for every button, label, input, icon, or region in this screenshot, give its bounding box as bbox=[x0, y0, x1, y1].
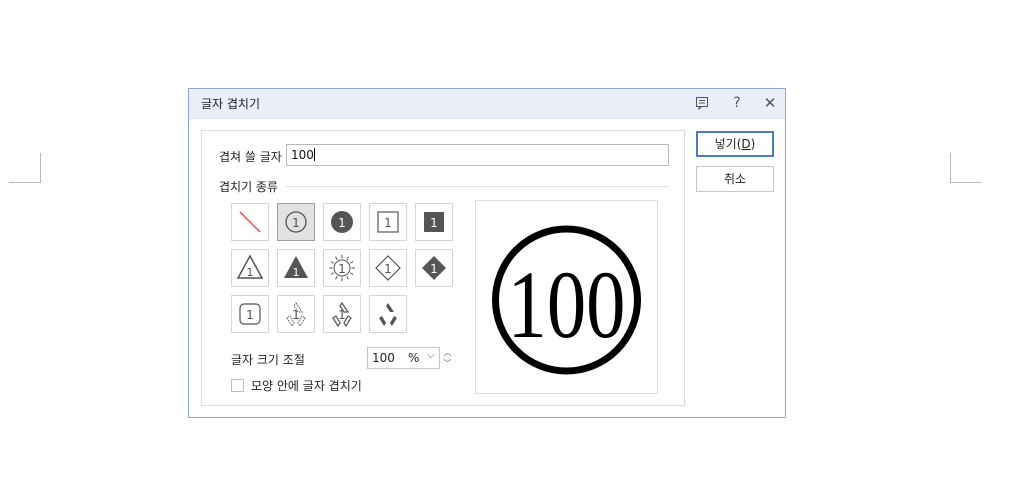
svg-text:1: 1 bbox=[430, 216, 438, 230]
shape-option-diamond-outline[interactable]: 1 bbox=[369, 249, 407, 287]
preview-canvas: 100 bbox=[492, 225, 641, 375]
circle-filled-icon: 1 bbox=[331, 211, 353, 233]
shape-option-recycle-outline[interactable]: 1 bbox=[323, 295, 361, 333]
overlap-kind-label: 겹치기 종류 bbox=[219, 180, 279, 194]
dialog-title: 글자 겹치기 bbox=[201, 97, 261, 111]
svg-text:1: 1 bbox=[338, 216, 346, 230]
recycle-filled-icon: 1 bbox=[379, 303, 397, 326]
preview-text: 100 bbox=[508, 251, 626, 358]
overlap-text-input[interactable]: 100 bbox=[286, 144, 669, 166]
insert-button[interactable]: 넣기(D) bbox=[696, 131, 774, 157]
shape-option-triangle-filled[interactable]: 1 bbox=[277, 249, 315, 287]
none-slash-icon bbox=[239, 211, 261, 233]
chevron-down-icon[interactable]: ⌵ bbox=[427, 350, 435, 361]
svg-text:1: 1 bbox=[293, 266, 300, 279]
svg-text:1: 1 bbox=[384, 262, 392, 276]
recycle-outline-icon: 1 bbox=[332, 301, 352, 328]
circle-outline-icon: 1 bbox=[285, 211, 307, 233]
svg-text:1: 1 bbox=[384, 216, 392, 230]
shape-option-recycle-dotted[interactable]: 1 bbox=[277, 295, 315, 333]
overlap-text-label: 겹쳐 쓸 글자 bbox=[219, 150, 282, 164]
memo-icon[interactable] bbox=[692, 93, 712, 113]
shape-option-circle-filled[interactable]: 1 bbox=[323, 203, 361, 241]
svg-text:1: 1 bbox=[338, 262, 346, 276]
char-size-spinner: ︿ ﹀ bbox=[441, 347, 454, 369]
shape-option-square-outline[interactable]: 1 bbox=[369, 203, 407, 241]
overlap-text-value: 100 bbox=[291, 148, 314, 162]
shape-option-rounded-square-outline[interactable]: 1 bbox=[231, 295, 269, 333]
spin-up-icon[interactable]: ︿ bbox=[441, 347, 454, 358]
cancel-button[interactable]: 취소 bbox=[696, 166, 774, 192]
shape-option-recycle-filled[interactable]: 1 bbox=[369, 295, 407, 333]
triangle-outline-icon: 1 bbox=[236, 254, 264, 279]
char-size-label: 글자 크기 조절 bbox=[231, 353, 305, 367]
recycle-dotted-icon: 1 bbox=[286, 302, 306, 327]
inside-shape-checkbox[interactable] bbox=[231, 379, 244, 392]
svg-text:1: 1 bbox=[247, 266, 254, 279]
close-icon[interactable]: ✕ bbox=[760, 93, 780, 113]
preview-box: 100 bbox=[475, 200, 658, 394]
text-caret bbox=[313, 148, 315, 161]
insert-button-accel: D bbox=[741, 137, 751, 151]
svg-text:1: 1 bbox=[292, 216, 300, 230]
char-overlap-dialog: 글자 겹치기 ? ✕ 겹쳐 쓸 글자 100 겹치기 종류 1 1 1 1 1 1 1 1 1 1… bbox=[188, 88, 786, 418]
help-icon[interactable]: ? bbox=[727, 93, 747, 113]
page-crop-mark-right bbox=[950, 153, 982, 183]
inside-shape-label: 모양 안에 글자 겹치기 bbox=[251, 379, 362, 393]
char-size-value: 100 bbox=[372, 351, 395, 365]
svg-text:1: 1 bbox=[246, 308, 254, 322]
svg-text:1: 1 bbox=[292, 308, 300, 322]
square-filled-icon: 1 bbox=[424, 212, 444, 232]
rounded-square-outline-icon: 1 bbox=[239, 303, 261, 325]
shape-option-square-filled[interactable]: 1 bbox=[415, 203, 453, 241]
diamond-filled-icon: 1 bbox=[422, 256, 446, 280]
svg-text:1: 1 bbox=[338, 308, 346, 322]
shape-option-none-slash[interactable] bbox=[231, 203, 269, 241]
spin-down-icon[interactable]: ﹀ bbox=[441, 358, 454, 369]
page-crop-mark-left bbox=[9, 153, 41, 183]
shape-option-triangle-outline[interactable]: 1 bbox=[231, 249, 269, 287]
square-outline-icon: 1 bbox=[377, 211, 399, 233]
dialog-titlebar: 글자 겹치기 ? ✕ bbox=[189, 89, 785, 119]
char-size-combo[interactable]: 100 % ⌵ bbox=[367, 347, 440, 369]
overlap-kind-divider bbox=[286, 186, 669, 187]
triangle-filled-icon: 1 bbox=[284, 256, 308, 279]
insert-button-label-end: ) bbox=[750, 137, 756, 151]
svg-text:1: 1 bbox=[384, 308, 392, 322]
sun-outline-icon: 1 bbox=[329, 255, 355, 281]
svg-text:1: 1 bbox=[430, 262, 438, 276]
shape-option-diamond-filled[interactable]: 1 bbox=[415, 249, 453, 287]
insert-button-label: 넣기( bbox=[714, 137, 742, 151]
char-size-unit: % bbox=[408, 351, 420, 365]
shape-option-circle-outline[interactable]: 1 bbox=[277, 203, 315, 241]
diamond-outline-icon: 1 bbox=[375, 255, 401, 281]
shape-option-sun-outline[interactable]: 1 bbox=[323, 249, 361, 287]
